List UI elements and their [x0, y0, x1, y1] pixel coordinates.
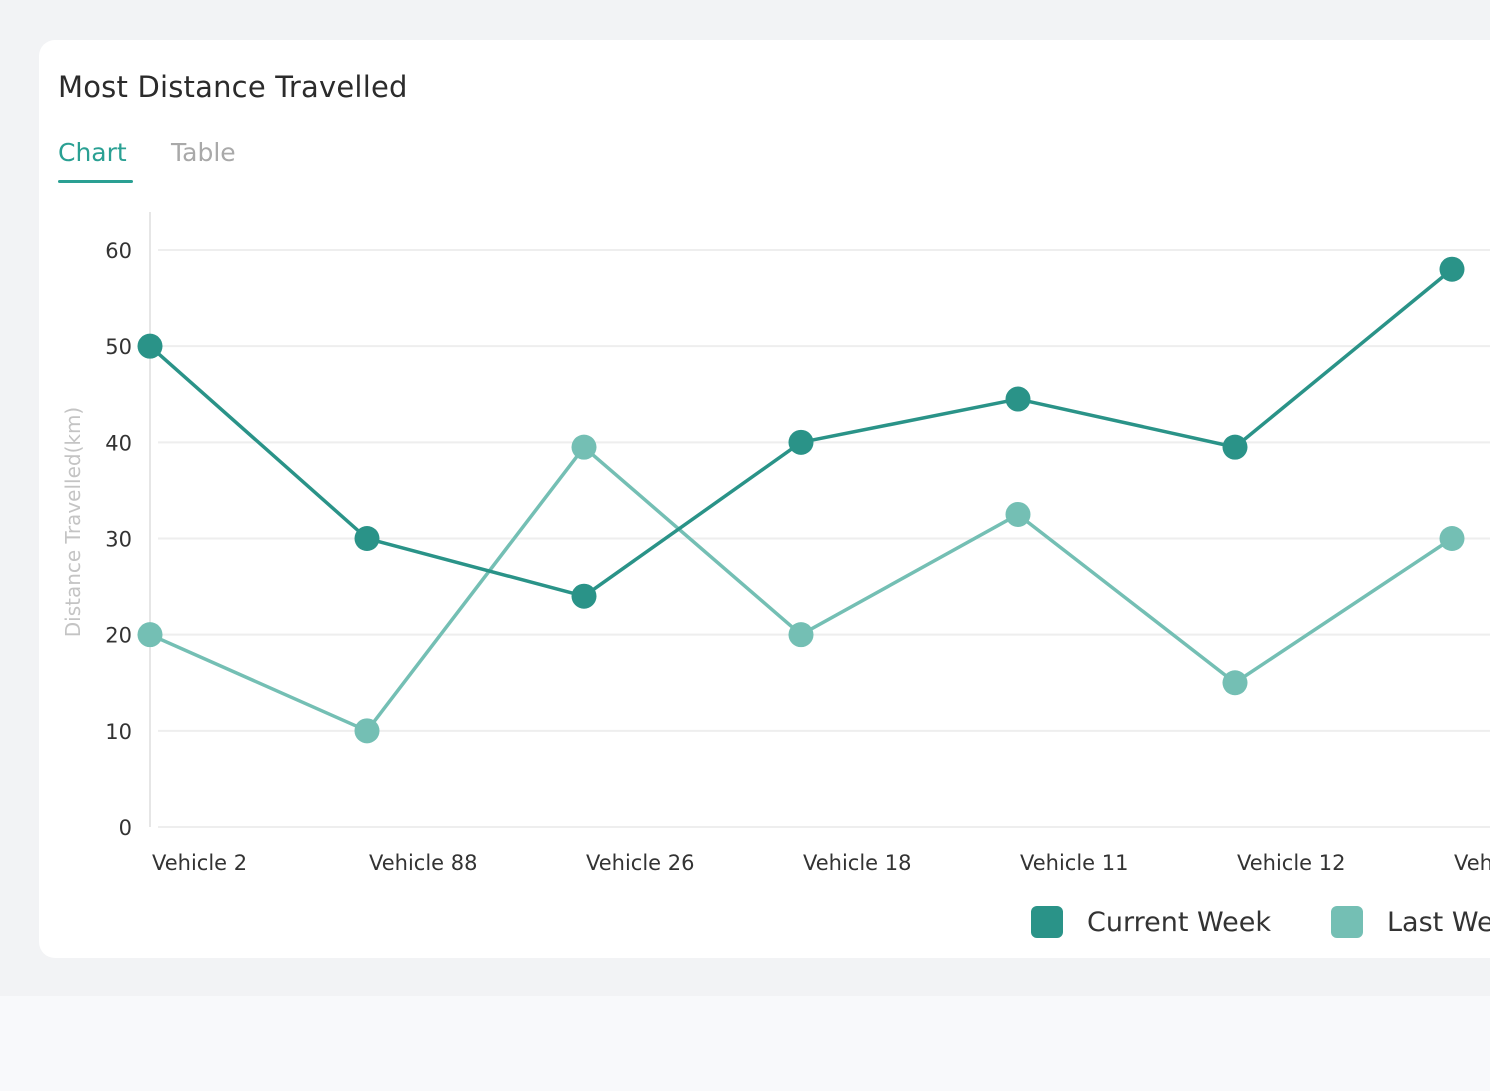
x-tick-label: Vehicle 11	[1020, 851, 1129, 875]
y-tick-label: 0	[119, 816, 132, 840]
series-line	[149, 445, 1453, 733]
data-point[interactable]	[1005, 501, 1031, 527]
y-axis-label: Distance Travelled(km)	[61, 407, 85, 638]
y-tick-label: 30	[105, 528, 132, 552]
x-tick-label: Vehicle 2	[152, 851, 247, 875]
x-axis-ticks: Vehicle 2 Vehicle 88 Vehicle 26 Vehicle 18 V…	[152, 851, 1490, 875]
legend-item-current-week[interactable]: Current Week	[1031, 904, 1271, 940]
x-tick-label: Vehicle 18	[803, 851, 912, 875]
data-point[interactable]	[788, 622, 814, 648]
y-tick-label: 10	[105, 720, 132, 744]
data-point[interactable]	[137, 333, 163, 359]
x-tick-label: Vehicle 88	[369, 851, 478, 875]
legend-item-last-week[interactable]: Last We	[1331, 904, 1490, 940]
legend-label-last-week: Last We	[1387, 906, 1490, 938]
data-point[interactable]	[571, 583, 597, 609]
data-point[interactable]	[137, 622, 163, 648]
line-chart: 0102030405060 Vehicle 2 Vehicle 88 Vehicle…	[61, 212, 1490, 875]
data-point[interactable]	[1005, 386, 1031, 412]
series-last-week	[137, 434, 1465, 744]
data-point[interactable]	[788, 429, 814, 455]
data-point[interactable]	[1222, 670, 1248, 696]
data-point[interactable]	[571, 434, 597, 460]
y-tick-label: 20	[105, 624, 132, 648]
data-point[interactable]	[1439, 526, 1465, 551]
legend-swatch-last-week	[1331, 906, 1363, 938]
y-tick-label: 60	[105, 239, 132, 263]
data-point[interactable]	[354, 718, 380, 744]
chart-series	[137, 256, 1465, 744]
x-tick-label: Vehicle 12	[1237, 851, 1346, 875]
x-tick-label: Vehic	[1454, 851, 1490, 875]
data-point[interactable]	[1222, 434, 1248, 460]
x-tick-label: Vehicle 26	[586, 851, 695, 875]
y-tick-label: 50	[105, 335, 132, 359]
legend-label-current-week: Current Week	[1087, 906, 1271, 938]
y-tick-label: 40	[105, 431, 132, 455]
data-point[interactable]	[354, 526, 380, 551]
y-axis-ticks: 0 10 20 30 40 50 60	[105, 239, 132, 840]
legend-swatch-current-week	[1031, 906, 1063, 938]
series-current-week	[137, 256, 1465, 609]
data-point[interactable]	[1439, 256, 1465, 282]
